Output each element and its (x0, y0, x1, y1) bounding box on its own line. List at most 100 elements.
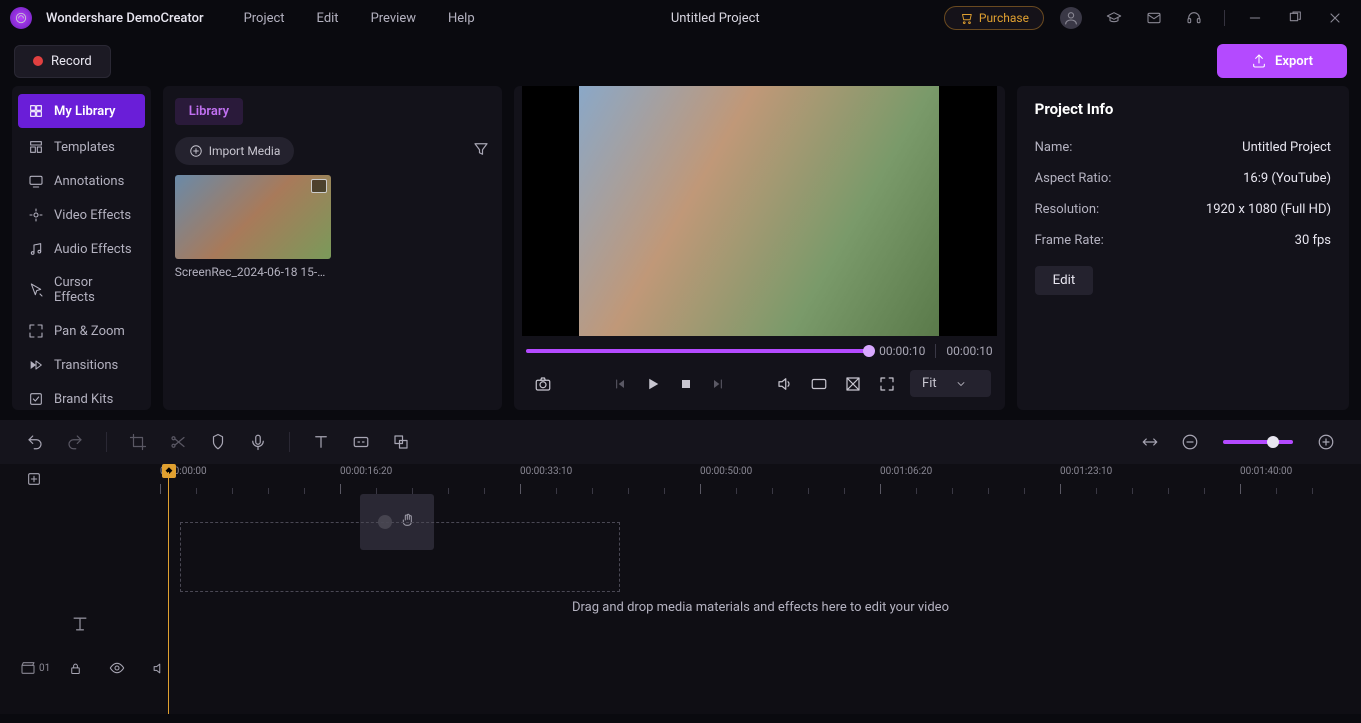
scrubber[interactable] (526, 349, 869, 353)
cursor-effects-icon (28, 282, 44, 298)
grid-diag-icon (844, 375, 862, 393)
sidebar-item-my-library[interactable]: My Library (18, 94, 145, 128)
top-actions: Record Export (0, 36, 1361, 86)
zoom-out-icon (1181, 433, 1199, 451)
toggle-visibility-button[interactable] (101, 656, 133, 680)
project-edit-button[interactable]: Edit (1035, 266, 1094, 295)
minimize-icon (1247, 10, 1263, 26)
purchase-button[interactable]: Purchase (944, 6, 1044, 30)
speaker-small-icon (151, 661, 166, 676)
info-row-framerate: Frame Rate: 30 fps (1035, 225, 1331, 256)
sidebar-item-brand-kits[interactable]: Brand Kits (12, 382, 151, 410)
zoom-knob[interactable] (1267, 436, 1279, 448)
record-label: Record (51, 54, 92, 69)
info-value: 16:9 (YouTube) (1243, 171, 1331, 186)
scrubber-knob[interactable] (863, 345, 875, 357)
undo-button[interactable] (18, 429, 52, 455)
export-button[interactable]: Export (1217, 44, 1347, 78)
prev-frame-button[interactable] (606, 372, 634, 396)
fit-select[interactable]: Fit (910, 370, 991, 397)
text-button[interactable] (304, 429, 338, 455)
sidebar-item-label: Annotations (54, 174, 124, 189)
text-icon (312, 433, 330, 451)
minimize-button[interactable] (1239, 10, 1271, 26)
menu-help[interactable]: Help (436, 7, 487, 30)
lock-track-button[interactable] (60, 657, 91, 680)
plus-square-icon (26, 471, 42, 487)
sidebar-item-cursor-effects[interactable]: Cursor Effects (12, 266, 151, 314)
safe-zone-button[interactable] (838, 371, 868, 397)
track-lane[interactable]: Drag and drop media materials and effect… (160, 594, 1361, 654)
fit-label: Fit (922, 376, 937, 391)
quality-button[interactable] (804, 371, 834, 397)
app-logo (10, 7, 32, 29)
menu-edit[interactable]: Edit (305, 7, 351, 30)
user-menu[interactable] (1052, 7, 1090, 29)
menu-project[interactable]: Project (232, 7, 297, 30)
info-value: 30 fps (1295, 233, 1331, 248)
info-row-name: Name:Untitled Project (1035, 132, 1331, 163)
timeline-ruler[interactable]: 0:00:00:00 00:00:16:20 00:00:33:10 00:00… (160, 464, 1361, 494)
crop-button[interactable] (121, 429, 155, 455)
add-track-button[interactable] (18, 467, 50, 491)
sidebar-item-label: Transitions (54, 358, 118, 373)
voiceover-button[interactable] (241, 429, 275, 455)
mail-icon (1146, 10, 1162, 26)
filter-button[interactable] (472, 140, 490, 162)
mail-button[interactable] (1138, 10, 1170, 26)
import-media-button[interactable]: Import Media (175, 137, 295, 165)
fit-timeline-button[interactable] (1133, 429, 1167, 455)
close-button[interactable] (1319, 10, 1351, 26)
scrub-row: 00:00:10 00:00:10 (522, 336, 997, 366)
academy-button[interactable] (1098, 10, 1130, 26)
dropzone[interactable] (180, 522, 620, 592)
sidebar-item-pan-zoom[interactable]: Pan & Zoom (12, 314, 151, 348)
stop-button[interactable] (672, 372, 700, 396)
redo-button[interactable] (58, 429, 92, 455)
sidebar-item-video-effects[interactable]: Video Effects (12, 198, 151, 232)
templates-icon (28, 139, 44, 155)
timeline-toolbar (0, 420, 1361, 464)
zoom-slider[interactable] (1223, 440, 1293, 444)
library-chip[interactable]: Library (175, 98, 243, 125)
eye-icon (109, 660, 125, 676)
headset-icon (1186, 10, 1202, 26)
track-lane[interactable] (160, 494, 1361, 594)
separator (289, 432, 290, 452)
volume-button[interactable] (770, 371, 800, 397)
record-button[interactable]: Record (14, 45, 111, 78)
timeline-header: 0:00:00:00 00:00:16:20 00:00:33:10 00:00… (0, 464, 1361, 494)
play-button[interactable] (638, 371, 668, 397)
next-frame-button[interactable] (704, 372, 732, 396)
mute-track-button[interactable] (143, 657, 174, 680)
support-button[interactable] (1178, 10, 1210, 26)
sidebar-item-templates[interactable]: Templates (12, 130, 151, 164)
marker-button[interactable] (201, 429, 235, 455)
ruler-label: 00:00:33:10 (520, 466, 572, 477)
timeline-footer-icons: 01 (20, 656, 174, 680)
brand-kits-icon (28, 391, 44, 407)
group-button[interactable] (384, 429, 418, 455)
playhead[interactable]: ◆ (162, 464, 176, 478)
sidebar-item-annotations[interactable]: Annotations (12, 164, 151, 198)
info-label: Frame Rate: (1035, 233, 1104, 248)
snapshot-button[interactable] (528, 371, 558, 397)
maximize-button[interactable] (1279, 10, 1311, 26)
zoom-in-button[interactable] (1309, 429, 1343, 455)
cart-icon (959, 11, 973, 25)
clapper-icon (20, 660, 36, 676)
zoom-out-button[interactable] (1173, 429, 1207, 455)
fullscreen-button[interactable] (872, 371, 902, 397)
step-forward-icon (710, 376, 726, 392)
captions-button[interactable] (344, 429, 378, 455)
info-row-resolution: Resolution:1920 x 1080 (Full HD) (1035, 194, 1331, 225)
speaker-icon (776, 375, 794, 393)
sidebar-item-transitions[interactable]: Transitions (12, 348, 151, 382)
split-button[interactable] (161, 429, 195, 455)
menu-preview[interactable]: Preview (359, 7, 428, 30)
text-track-icon (70, 614, 90, 634)
ruler-label: 00:01:23:10 (1060, 466, 1112, 477)
media-card[interactable]: ScreenRec_2024-06-18 15-48... (175, 175, 331, 279)
project-title: Untitled Project (495, 11, 936, 26)
sidebar-item-audio-effects[interactable]: Audio Effects (12, 232, 151, 266)
